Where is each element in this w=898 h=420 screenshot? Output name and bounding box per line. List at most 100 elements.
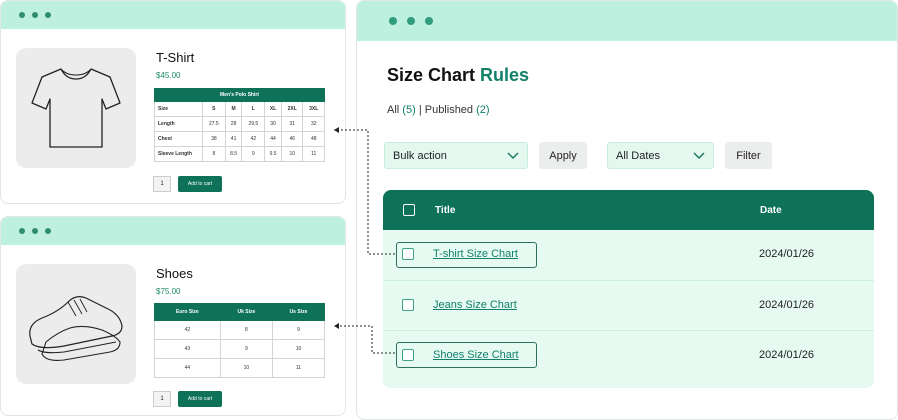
product-price: $75.00 xyxy=(156,287,181,296)
table-cell: 30 xyxy=(264,116,282,132)
chevron-down-icon xyxy=(507,152,519,160)
size-chart-title: Men's Polo Shirt xyxy=(154,88,325,102)
table-cell: 43 xyxy=(154,339,221,359)
table-cell: 29.5 xyxy=(241,116,266,132)
table-row: Sleeve Length 8 8.5 9 9.5 10 11 xyxy=(154,146,325,162)
quantity-input[interactable]: 1 xyxy=(153,391,171,407)
window-titlebar xyxy=(357,1,897,41)
table-row: 42 8 9 xyxy=(154,320,326,340)
size-chart-table: Men's Polo Shirt Size S M L XL 2XL 3XL L… xyxy=(154,88,325,162)
table-row: Jeans Size Chart 2024/01/26 xyxy=(383,280,874,330)
table-cell: Sleeve Length xyxy=(154,146,203,162)
status-filter-links: All (5) | Published (2) xyxy=(387,104,490,116)
shoes-icon xyxy=(29,296,123,361)
table-cell: 10 xyxy=(271,339,326,359)
quantity-input[interactable]: 1 xyxy=(153,176,171,192)
product-price: $45.00 xyxy=(156,71,181,80)
add-to-cart-button[interactable]: Add to cart xyxy=(178,176,222,192)
table-row: Shoes Size Chart 2024/01/26 xyxy=(383,330,874,380)
table-header-cell: S xyxy=(202,101,226,117)
window-dot-icon xyxy=(45,12,51,18)
filter-button[interactable]: Filter xyxy=(725,142,772,169)
table-cell: 44 xyxy=(154,358,221,378)
table-cell: 32 xyxy=(302,116,325,132)
row-date: 2024/01/26 xyxy=(759,349,815,361)
shoes-image xyxy=(16,264,136,384)
row-date: 2024/01/26 xyxy=(759,248,815,260)
date-filter-select[interactable]: All Dates xyxy=(607,142,714,169)
window-dot-icon xyxy=(389,17,397,25)
table-cell: 8 xyxy=(202,146,226,162)
table-header-cell: Us Size xyxy=(271,303,326,321)
window-dot-icon xyxy=(407,17,415,25)
size-chart-table: Euro Size Uk Size Us Size 42 8 9 43 9 10… xyxy=(154,303,326,378)
chevron-down-icon xyxy=(693,152,705,160)
table-header-cell: L xyxy=(241,101,266,117)
table-cell: 27.5 xyxy=(202,116,226,132)
row-title-link[interactable]: T-shirt Size Chart xyxy=(433,248,518,260)
table-header-cell: 2XL xyxy=(280,101,304,117)
list-header: Title Date xyxy=(383,190,874,230)
shoes-product-window: Shoes $75.00 Euro Size Uk Size Us Size 4… xyxy=(0,216,346,416)
table-header-cell: Euro Size xyxy=(154,303,221,321)
add-to-cart-button[interactable]: Add to cart xyxy=(178,391,222,407)
product-name: Shoes xyxy=(156,266,193,281)
page-title: Size Chart Rules xyxy=(387,65,529,86)
row-checkbox[interactable] xyxy=(402,248,414,260)
select-all-checkbox[interactable] xyxy=(403,204,415,216)
column-header-date: Date xyxy=(760,204,782,216)
table-cell: 8.5 xyxy=(224,146,243,162)
table-header-cell: XL xyxy=(264,101,282,117)
admin-window: Size Chart Rules All (5) | Published (2)… xyxy=(356,0,898,420)
table-cell: 41 xyxy=(224,131,243,147)
table-cell: 11 xyxy=(302,146,325,162)
bulk-action-label: Bulk action xyxy=(393,149,447,162)
row-title-link[interactable]: Shoes Size Chart xyxy=(433,349,519,361)
row-date: 2024/01/26 xyxy=(759,299,815,311)
table-row: 43 9 10 xyxy=(154,339,326,359)
row-checkbox[interactable] xyxy=(402,299,414,311)
table-header-cell: 3XL xyxy=(302,101,325,117)
date-filter-label: All Dates xyxy=(616,149,661,162)
table-header-cell: M xyxy=(224,101,243,117)
size-chart-list: Title Date T-shirt Size Chart 2024/01/26… xyxy=(383,190,874,388)
table-cell: 31 xyxy=(280,116,304,132)
tshirt-product-window: T-Shirt $45.00 Men's Polo Shirt Size S M… xyxy=(0,0,346,204)
filter-published-link[interactable]: Published xyxy=(425,104,473,116)
page-title-main: Size Chart xyxy=(387,65,476,85)
table-cell: 42 xyxy=(241,131,266,147)
table-row: T-shirt Size Chart 2024/01/26 xyxy=(383,230,874,280)
page-title-accent: Rules xyxy=(480,65,530,85)
filter-all-count: (5) xyxy=(402,104,416,116)
table-cell: 46 xyxy=(280,131,304,147)
filter-published-count: (2) xyxy=(476,104,490,116)
apply-button[interactable]: Apply xyxy=(539,142,587,169)
product-name: T-Shirt xyxy=(156,50,195,65)
window-dot-icon xyxy=(425,17,433,25)
filter-all-link[interactable]: All xyxy=(387,104,399,116)
table-cell: 10 xyxy=(219,358,273,378)
table-cell: 8 xyxy=(219,320,273,340)
row-title-link[interactable]: Jeans Size Chart xyxy=(433,299,517,311)
window-titlebar xyxy=(1,1,345,29)
filter-separator: | xyxy=(418,104,422,116)
table-cell: 42 xyxy=(154,320,221,340)
tshirt-image xyxy=(16,48,136,168)
table-cell: 38 xyxy=(202,131,226,147)
table-cell: 9 xyxy=(241,146,266,162)
window-dot-icon xyxy=(19,228,25,234)
bulk-action-select[interactable]: Bulk action xyxy=(384,142,528,169)
table-cell: 11 xyxy=(271,358,326,378)
table-header-cell: Uk Size xyxy=(219,303,273,321)
row-checkbox[interactable] xyxy=(402,349,414,361)
table-cell: 48 xyxy=(302,131,325,147)
window-titlebar xyxy=(1,217,345,245)
table-header-cell: Size xyxy=(154,101,203,117)
table-row: Length 27.5 28 29.5 30 31 32 xyxy=(154,116,325,132)
tshirt-icon xyxy=(31,68,121,148)
table-cell: Length xyxy=(154,116,203,132)
table-cell: 9 xyxy=(271,320,326,340)
window-dot-icon xyxy=(19,12,25,18)
table-cell: 9 xyxy=(219,339,273,359)
window-dot-icon xyxy=(45,228,51,234)
